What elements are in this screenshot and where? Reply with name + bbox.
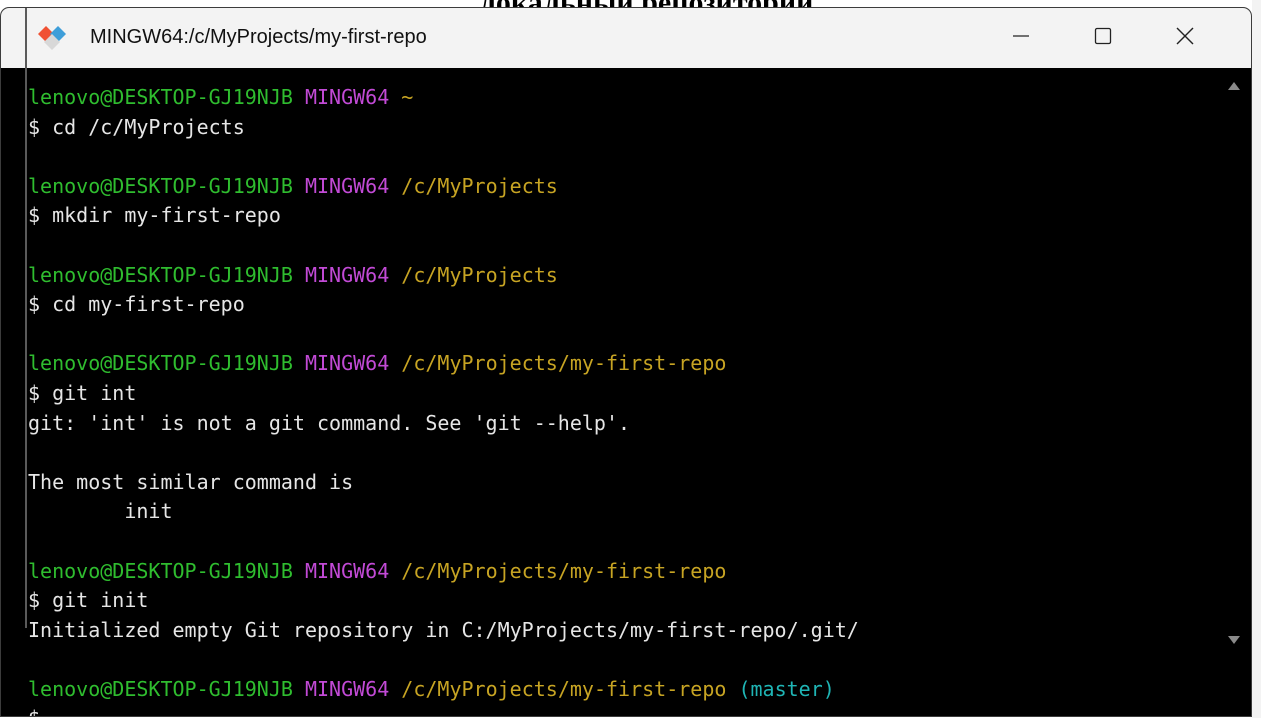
background-window-edge: [1252, 0, 1261, 718]
command-line: $ git int: [28, 380, 137, 405]
scroll-up-arrow-icon[interactable]: [1226, 80, 1242, 92]
prompt-path: /c/MyProjects/my-first-repo: [401, 351, 727, 376]
prompt-user-host: lenovo@DESKTOP-GJ19NJB: [28, 85, 293, 109]
window-title: MINGW64:/c/MyProjects/my-first-repo: [90, 26, 427, 48]
vertical-scrollbar[interactable]: [1223, 78, 1245, 648]
command-line: $ mkdir my-first-repo: [28, 203, 281, 228]
prompt-line: lenovo@DESKTOP-GJ19NJB MINGW64 /c/MyProj…: [28, 349, 1218, 379]
prompt-line: lenovo@DESKTOP-GJ19NJB MINGW64 ~: [28, 83, 1218, 113]
maximize-icon: [1094, 27, 1112, 45]
terminal-window: MINGW64:/c/MyProjects/my-first-repo leno…: [1, 8, 1251, 716]
command-line: $ cd /c/MyProjects: [28, 114, 245, 139]
prompt-line: lenovo@DESKTOP-GJ19NJB MINGW64 /c/MyProj…: [28, 172, 1218, 202]
prompt-path: /c/MyProjects/my-first-repo: [401, 676, 727, 701]
output-line: Initialized empty Git repository in C:/M…: [28, 617, 859, 642]
prompt-env: MINGW64: [304, 262, 390, 287]
close-button[interactable]: [1150, 8, 1220, 64]
prompt-user-host: lenovo@DESKTOP-GJ19NJB: [28, 558, 293, 583]
prompt-env: MINGW64: [304, 351, 390, 376]
output-line: init: [28, 499, 173, 524]
output-line: git: 'int' is not a git command. See 'gi…: [28, 410, 631, 435]
prompt-line: lenovo@DESKTOP-GJ19NJB MINGW64 /c/MyProj…: [28, 675, 1218, 705]
minimize-icon: [1013, 35, 1029, 37]
command-line: $ git init: [28, 588, 149, 613]
terminal-output[interactable]: lenovo@DESKTOP-GJ19NJB MINGW64 ~ $ cd /c…: [28, 83, 1218, 716]
title-bar[interactable]: MINGW64:/c/MyProjects/my-first-repo: [1, 8, 1251, 68]
command-line: $ cd my-first-repo: [28, 292, 245, 317]
prompt-env: MINGW64: [304, 558, 390, 583]
prompt-user-host: lenovo@DESKTOP-GJ19NJB: [28, 262, 293, 287]
prompt-user-host: lenovo@DESKTOP-GJ19NJB: [28, 351, 293, 376]
prompt-path: /c/MyProjects: [401, 262, 558, 287]
output-line: The most similar command is: [28, 469, 354, 494]
close-icon: [1176, 27, 1194, 45]
prompt-branch: (master): [738, 676, 835, 701]
prompt-env: MINGW64: [304, 173, 390, 198]
minimize-button[interactable]: [986, 8, 1056, 64]
prompt-line: lenovo@DESKTOP-GJ19NJB MINGW64 /c/MyProj…: [28, 261, 1218, 291]
text-cursor-column: [25, 8, 27, 628]
prompt-env: MINGW64: [304, 676, 390, 701]
prompt-path: /c/MyProjects/my-first-repo: [401, 558, 727, 583]
git-bash-icon: [38, 26, 66, 50]
prompt-path: /c/MyProjects: [401, 173, 558, 198]
prompt-path: ~: [401, 85, 414, 109]
prompt-line: lenovo@DESKTOP-GJ19NJB MINGW64 /c/MyProj…: [28, 557, 1218, 587]
scroll-down-arrow-icon[interactable]: [1226, 634, 1242, 646]
prompt-user-host: lenovo@DESKTOP-GJ19NJB: [28, 676, 293, 701]
prompt-env: MINGW64: [304, 85, 390, 109]
prompt-user-host: lenovo@DESKTOP-GJ19NJB: [28, 173, 293, 198]
maximize-button[interactable]: [1068, 8, 1138, 64]
current-prompt[interactable]: $: [28, 704, 1218, 716]
